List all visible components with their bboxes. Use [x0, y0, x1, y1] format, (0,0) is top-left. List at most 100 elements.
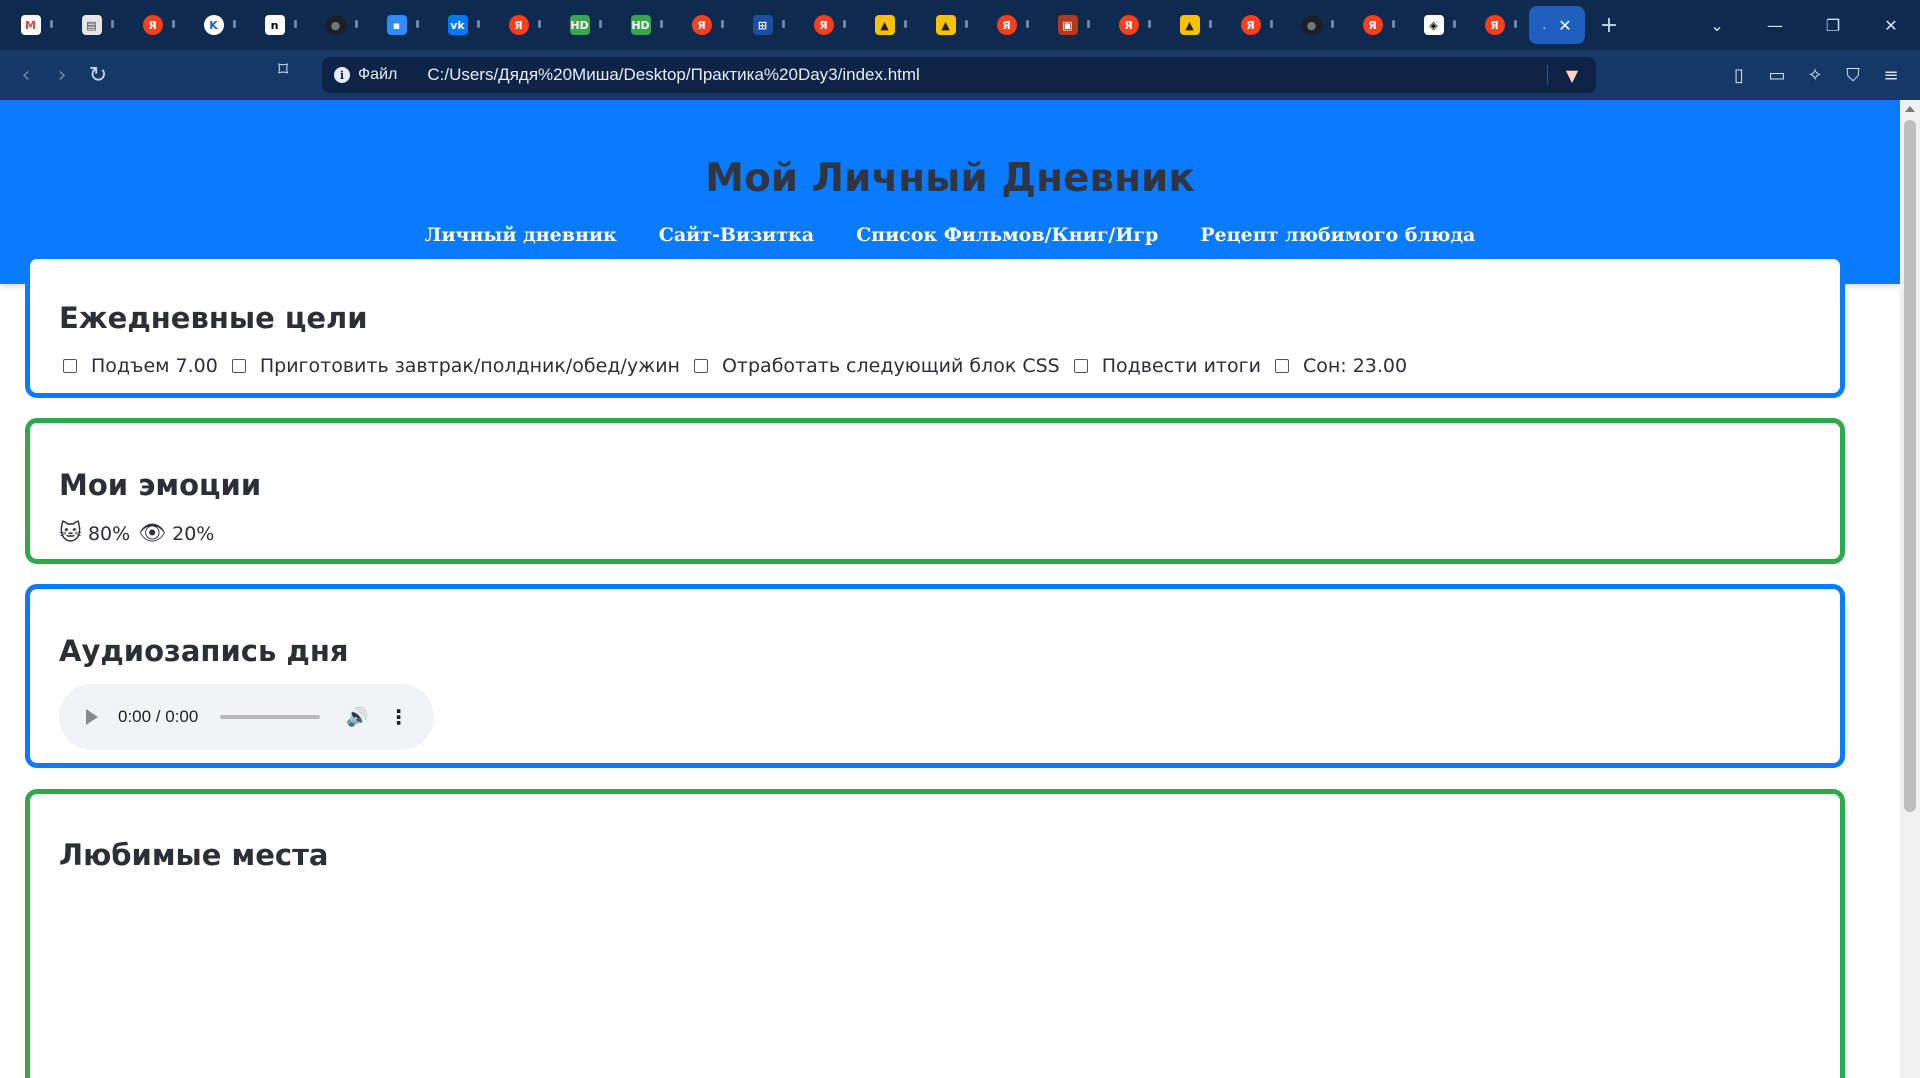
nav-link[interactable]: Рецепт любимого блюда: [1200, 224, 1475, 246]
browser-tab[interactable]: Я: [976, 0, 1037, 50]
nav-link[interactable]: Список Фильмов/Книг/Игр: [856, 224, 1158, 246]
browser-tab[interactable]: Я: [671, 0, 732, 50]
tab-audio-indicator: [904, 20, 907, 28]
tab-audio-indicator: [599, 20, 602, 28]
nav-link[interactable]: Личный дневник: [425, 224, 617, 246]
browser-tab[interactable]: ●: [305, 0, 366, 50]
close-window-icon[interactable]: ✕: [1862, 16, 1920, 35]
forward-icon[interactable]: ›: [44, 57, 80, 93]
close-tab-icon[interactable]: ✕: [1558, 16, 1571, 35]
reload-icon[interactable]: ↻: [80, 57, 116, 93]
restore-icon[interactable]: ❐: [1804, 16, 1862, 35]
browser-tab[interactable]: ▣: [1037, 0, 1098, 50]
volume-icon[interactable]: 🔊: [346, 707, 368, 728]
browser-tab[interactable]: Я: [1464, 0, 1525, 50]
goal-checkbox[interactable]: [693, 359, 708, 373]
brave-shield-icon[interactable]: ▼: [1560, 63, 1584, 87]
minimize-icon[interactable]: —: [1746, 16, 1804, 35]
goal-checkbox[interactable]: [231, 359, 246, 373]
goal-item[interactable]: Подъем 7.00: [59, 355, 218, 377]
browser-tab[interactable]: K: [183, 0, 244, 50]
site-info-icon[interactable]: i: [334, 67, 350, 83]
goals-list: Подъем 7.00 Приготовить завтрак/полдник/о…: [59, 355, 1417, 377]
emotions-card: Мои эмоции 🐱 80% 👁 20%: [25, 418, 1845, 564]
play-icon[interactable]: [86, 709, 98, 725]
back-icon[interactable]: ‹: [8, 57, 44, 93]
codepen-icon: ◈: [1423, 15, 1444, 35]
tab-audio-indicator: [111, 20, 114, 28]
page-scrollbar[interactable]: [1900, 100, 1920, 1078]
github-icon: ●: [325, 15, 346, 35]
goal-label: Подъем 7.00: [91, 355, 218, 377]
scroll-up-icon[interactable]: [1905, 106, 1915, 112]
picture-icon: ▣: [1057, 15, 1078, 35]
tab-audio-indicator: [721, 20, 724, 28]
leo-icon[interactable]: ✧: [1796, 57, 1834, 93]
site-nav: Личный дневник Сайт-Визитка Список Фильмов…: [0, 224, 1900, 246]
tab-strip: M ▤ Я Kn ● ▪ vk Я HD HD Я ⊞ Я ▲ ▲ Я ▣ Я ▲ Я ● Я ◈ Я . ✕ + ⌄ — ❐…: [0, 0, 1920, 50]
menu-icon[interactable]: ≡: [1872, 57, 1910, 93]
emotions-heading: Мои эмоции: [59, 468, 262, 502]
wallet-icon[interactable]: ▭: [1758, 57, 1796, 93]
audio-seek-bar[interactable]: [220, 715, 321, 719]
browser-tab[interactable]: Я: [488, 0, 549, 50]
active-tab[interactable]: . ✕: [1529, 6, 1585, 44]
scroll-thumb[interactable]: [1904, 120, 1916, 812]
browser-tab[interactable]: Я: [1098, 0, 1159, 50]
nav-link[interactable]: Сайт-Визитка: [659, 224, 814, 246]
yandex-icon: Я: [508, 15, 529, 35]
goal-label: Приготовить завтрак/полдник/обед/ужин: [259, 355, 680, 377]
audio-heading: Аудиозапись дня: [59, 634, 349, 668]
browser-tab[interactable]: n: [244, 0, 305, 50]
bookmark-icon[interactable]: ⌑: [278, 57, 288, 81]
browser-tab[interactable]: Я: [1342, 0, 1403, 50]
url-text[interactable]: C:/Users/Дядя%20Миша/Desktop/Практика%20…: [427, 65, 920, 85]
toolbar-right-icons: ▯ ▭ ✧ ⛉ ≡: [1720, 57, 1910, 93]
browser-tab[interactable]: M: [0, 0, 61, 50]
goals-card: Ежедневные цели Подъем 7.00 Приготовить з…: [25, 254, 1845, 398]
browser-tab[interactable]: HD: [610, 0, 671, 50]
address-divider: [1547, 65, 1548, 85]
cat-face-icon: 🐱: [59, 521, 82, 546]
more-options-icon[interactable]: ⋮: [389, 705, 409, 729]
goal-checkbox[interactable]: [1073, 359, 1088, 373]
hd-icon: HD: [630, 15, 651, 35]
tab-audio-indicator: [660, 20, 663, 28]
browser-tab[interactable]: ▲: [854, 0, 915, 50]
hd-icon: HD: [569, 15, 590, 35]
browser-tab[interactable]: ▲: [915, 0, 976, 50]
audio-card: Аудиозапись дня 0:00 / 0:00 🔊 ⋮: [25, 584, 1845, 768]
browser-tab[interactable]: ●: [1281, 0, 1342, 50]
image-icon: ▲: [1179, 15, 1200, 35]
browser-tab[interactable]: ▤: [61, 0, 122, 50]
browser-tab[interactable]: Я: [793, 0, 854, 50]
eye-icon: 👁: [138, 521, 167, 546]
browser-tab[interactable]: ▪: [366, 0, 427, 50]
address-bar[interactable]: i Файл C:/Users/Дядя%20Миша/Desktop/Прак…: [322, 57, 1596, 93]
new-tab-button[interactable]: +: [1589, 0, 1629, 50]
tab-audio-indicator: [965, 20, 968, 28]
notion-icon: n: [264, 15, 285, 35]
browser-tab[interactable]: Я: [1220, 0, 1281, 50]
browser-tab[interactable]: Я: [122, 0, 183, 50]
browser-tab[interactable]: vk: [427, 0, 488, 50]
sidebar-icon[interactable]: ▯: [1720, 57, 1758, 93]
wiki-icon: K: [203, 15, 224, 35]
goal-item[interactable]: Отработать следующий блок CSS: [690, 355, 1060, 377]
goal-checkbox[interactable]: [63, 359, 77, 373]
goal-item[interactable]: Подвести итоги: [1070, 355, 1261, 377]
goal-checkbox[interactable]: [1274, 359, 1289, 373]
tab-audio-indicator: [1514, 20, 1517, 28]
vpn-icon[interactable]: ⛉: [1834, 57, 1872, 93]
browser-tab[interactable]: HD: [549, 0, 610, 50]
tab-audio-indicator: [1087, 20, 1090, 28]
browser-tab[interactable]: ◈: [1403, 0, 1464, 50]
vk-icon: vk: [447, 15, 468, 35]
audio-player[interactable]: 0:00 / 0:00 🔊 ⋮: [59, 684, 434, 750]
tab-list-chevron-icon[interactable]: ⌄: [1688, 16, 1746, 35]
goal-item[interactable]: Приготовить завтрак/полдник/обед/ужин: [228, 355, 680, 377]
browser-tab[interactable]: ▲: [1159, 0, 1220, 50]
goal-item[interactable]: Сон: 23.00: [1271, 355, 1407, 377]
yandex-icon: Я: [1240, 15, 1261, 35]
browser-tab[interactable]: ⊞: [732, 0, 793, 50]
